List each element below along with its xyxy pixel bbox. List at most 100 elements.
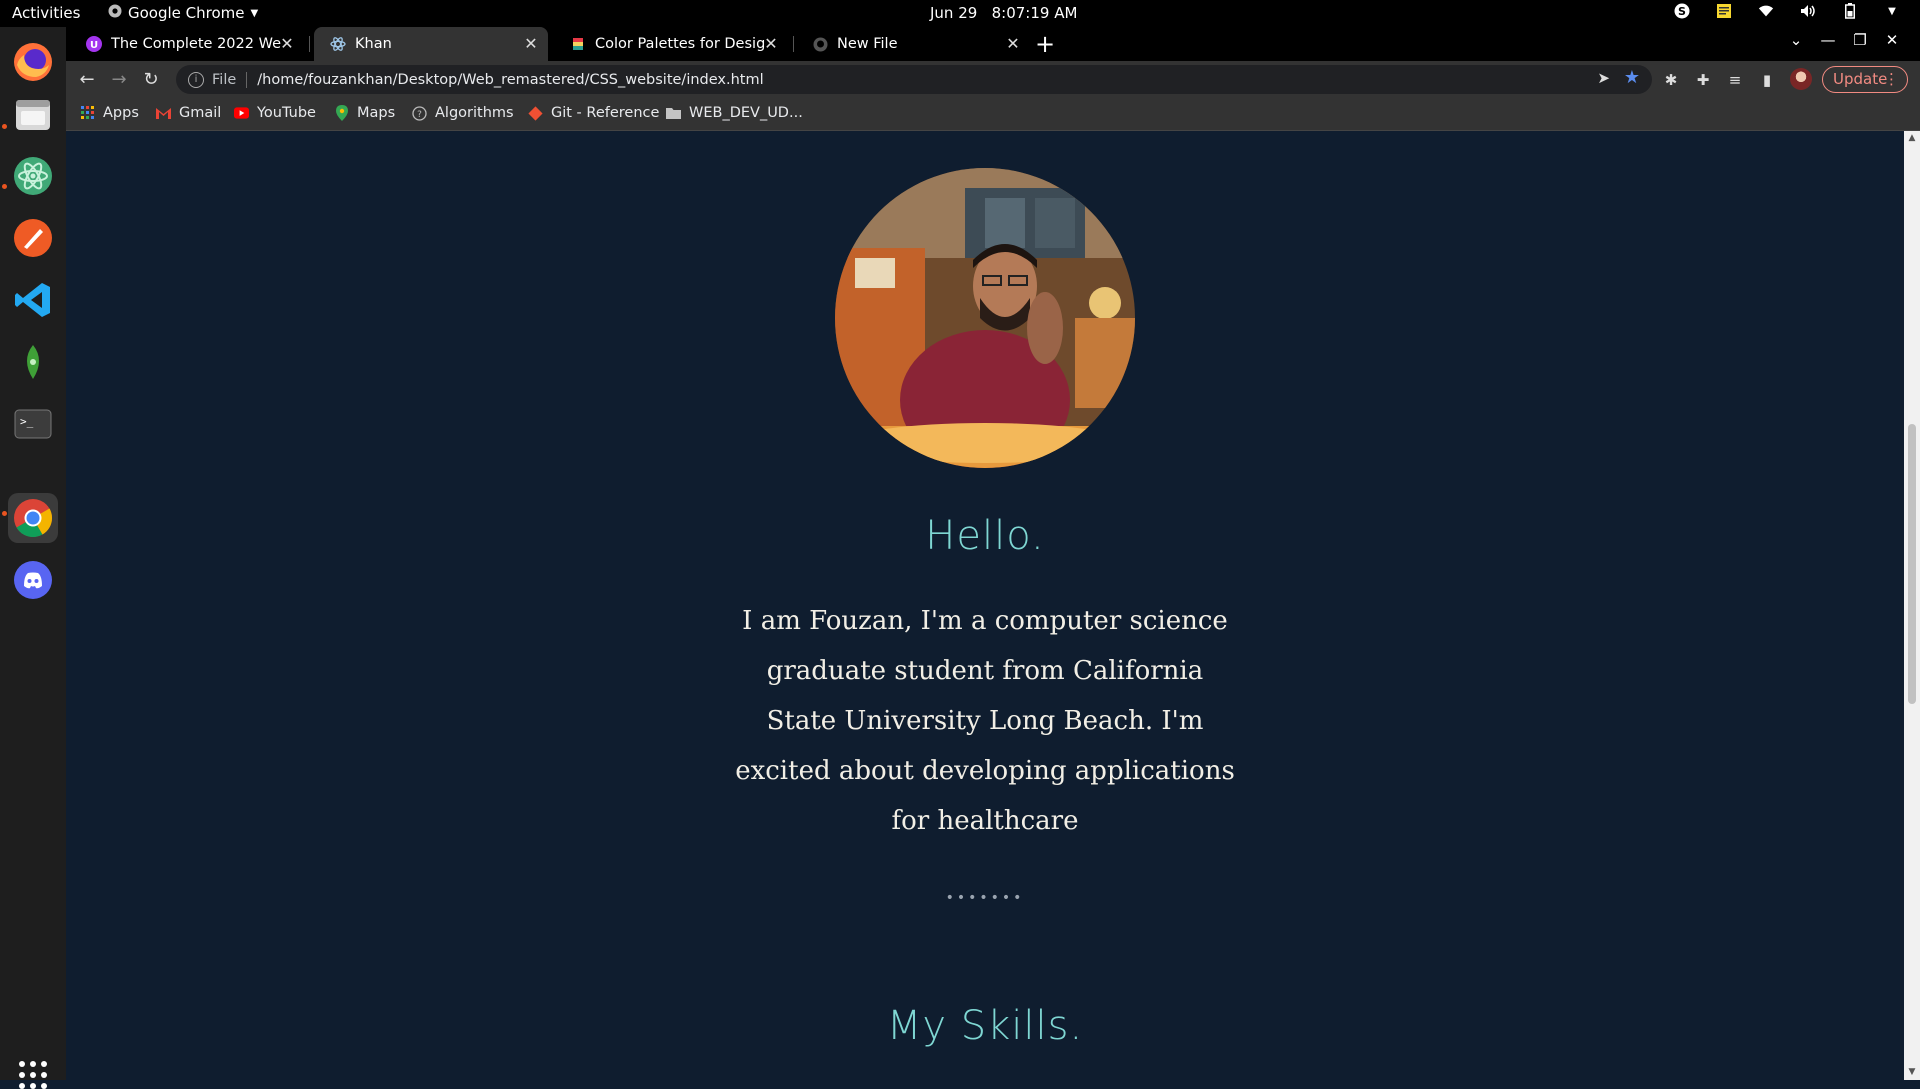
bookmark-label: YouTube xyxy=(257,105,316,121)
bookmark-apps[interactable]: Apps xyxy=(80,105,139,121)
intro-paragraph: I am Fouzan, I'm a computer science grad… xyxy=(735,606,1235,836)
bookmark-algorithms[interactable]: ? Algorithms xyxy=(412,105,514,121)
dock-terminal-icon[interactable]: >_ xyxy=(8,399,58,449)
side-panel-icon[interactable]: ▮ xyxy=(1754,67,1780,93)
atom-icon xyxy=(330,36,346,52)
bookmark-star-icon[interactable]: ★ xyxy=(1624,67,1640,88)
svg-text:>_: >_ xyxy=(20,415,34,428)
url-separator xyxy=(246,71,248,88)
update-label: Update xyxy=(1833,70,1888,88)
forward-arrow-icon[interactable]: → xyxy=(106,67,132,93)
system-menu-caret-icon[interactable]: ▼ xyxy=(1884,3,1900,19)
tab-web-dev-bootcamp[interactable]: U The Complete 2022 Web Development Boot… xyxy=(70,27,304,61)
bookmark-label: Gmail xyxy=(179,105,222,121)
update-button[interactable]: Update ⋮ xyxy=(1822,66,1908,93)
extensions-icon[interactable]: ✚ xyxy=(1690,67,1716,93)
clock-date: Jun 29 xyxy=(930,4,978,22)
running-indicator-firefox xyxy=(2,124,7,129)
close-icon[interactable]: ✕ xyxy=(278,35,296,53)
dock-discord-icon[interactable] xyxy=(8,555,58,605)
dock: >_ xyxy=(0,27,66,1089)
tab-title: The Complete 2022 Web Development Bootca… xyxy=(111,36,281,52)
bookmark-label: WEB_DEV_UD... xyxy=(689,105,803,121)
profile-avatar[interactable] xyxy=(1790,68,1812,90)
bookmarks-bar: Apps Gmail YouTube Maps ? Algorithms Git… xyxy=(66,98,1920,131)
dock-atom-icon[interactable] xyxy=(8,151,58,201)
back-arrow-icon[interactable]: ← xyxy=(74,67,100,93)
greeting-heading: Hello. xyxy=(925,513,1045,559)
close-icon[interactable]: ✕ xyxy=(1004,35,1022,53)
show-applications-icon[interactable] xyxy=(19,1061,47,1089)
address-bar[interactable]: i File /home/fouzankhan/Desktop/Web_rema… xyxy=(176,65,1652,94)
bookmark-youtube[interactable]: YouTube xyxy=(234,105,316,121)
dock-postman-icon[interactable] xyxy=(8,213,58,263)
extension-puzzle-icon[interactable]: ✱ xyxy=(1658,67,1684,93)
url-text[interactable]: /home/fouzankhan/Desktop/Web_remastered/… xyxy=(257,72,763,88)
tab-new-file[interactable]: New File ✕ xyxy=(796,27,1030,61)
github-icon xyxy=(812,36,828,52)
scroll-down-arrow-icon[interactable]: ▼ xyxy=(1907,1067,1917,1077)
bookmark-folder-web-dev[interactable]: WEB_DEV_UD... xyxy=(666,105,803,121)
info-icon[interactable]: i xyxy=(188,71,204,88)
new-tab-button[interactable]: + xyxy=(1032,31,1058,57)
bookmark-gmail[interactable]: Gmail xyxy=(156,105,221,121)
profile-photo xyxy=(835,168,1135,468)
svg-text:S: S xyxy=(1678,5,1686,18)
tab-separator xyxy=(793,36,794,52)
svg-text:?: ? xyxy=(417,110,422,120)
apps-grid-icon xyxy=(80,106,95,121)
running-indicator-chrome xyxy=(2,511,7,516)
restore-icon[interactable]: ❐ xyxy=(1848,31,1872,49)
skills-heading: My Skills. xyxy=(886,1003,1084,1049)
dock-files-icon[interactable] xyxy=(8,89,58,139)
tab-khan[interactable]: Khan ✕ xyxy=(314,27,548,61)
app-menu[interactable]: Google Chrome ▼ xyxy=(108,4,258,22)
youtube-icon xyxy=(234,106,249,121)
dock-vscode-icon[interactable] xyxy=(8,275,58,325)
tab-color-palettes[interactable]: Color Palettes for Designers ✕ xyxy=(554,27,788,61)
skype-icon[interactable]: S xyxy=(1674,3,1690,19)
close-icon[interactable]: ✕ xyxy=(762,35,780,53)
send-to-device-icon[interactable]: ➤ xyxy=(1597,69,1610,87)
running-indicator-atom xyxy=(2,184,7,189)
bookmark-label: Maps xyxy=(357,105,396,121)
tab-search-icon[interactable]: ⌄ xyxy=(1784,31,1808,49)
app-menu-label: Google Chrome xyxy=(128,4,245,22)
more-menu-icon[interactable]: ⋮ xyxy=(1884,67,1899,92)
dock-chrome-icon[interactable] xyxy=(8,493,58,543)
reading-list-icon[interactable]: ≡ xyxy=(1722,67,1748,93)
system-top-bar: Activities Google Chrome ▼ Jun 29 8:07:1… xyxy=(0,0,1920,27)
algorithms-icon: ? xyxy=(412,105,427,121)
udemy-icon: U xyxy=(86,36,102,52)
notes-icon[interactable] xyxy=(1716,3,1732,19)
clock-time: 8:07:19 AM xyxy=(991,4,1078,22)
battery-icon[interactable] xyxy=(1842,3,1858,19)
clock[interactable]: Jun 29 8:07:19 AM xyxy=(930,4,1077,22)
caret-down-icon: ▼ xyxy=(250,7,259,19)
close-window-icon[interactable]: ✕ xyxy=(1880,31,1904,49)
tab-title: New File xyxy=(837,36,898,52)
scrollbar-thumb[interactable] xyxy=(1908,424,1916,704)
colorhunt-icon xyxy=(570,36,586,52)
scroll-up-arrow-icon[interactable]: ▲ xyxy=(1907,133,1917,143)
wifi-icon[interactable] xyxy=(1758,3,1774,19)
volume-icon[interactable] xyxy=(1800,3,1816,19)
folder-icon xyxy=(666,106,681,121)
tab-title: Khan xyxy=(355,36,392,52)
chrome-small-icon xyxy=(108,4,122,22)
dock-mongodb-compass-icon[interactable] xyxy=(8,337,58,387)
page-scrollbar[interactable]: ▲ ▼ xyxy=(1904,131,1920,1080)
activities-button[interactable]: Activities xyxy=(12,4,80,22)
bookmark-git-reference[interactable]: Git - Reference xyxy=(528,105,659,121)
dock-firefox-icon[interactable] xyxy=(8,37,58,87)
git-icon xyxy=(528,105,543,121)
web-page: Hello. I am Fouzan, I'm a computer scien… xyxy=(66,131,1904,1080)
reload-icon[interactable]: ↻ xyxy=(138,67,164,93)
minimize-icon[interactable]: — xyxy=(1816,31,1840,49)
system-tray[interactable]: S ▼ xyxy=(1674,3,1900,19)
bookmark-maps[interactable]: Maps xyxy=(334,105,395,121)
bookmark-label: Algorithms xyxy=(435,105,514,121)
close-icon[interactable]: ✕ xyxy=(522,35,540,53)
svg-text:U: U xyxy=(90,40,98,51)
gmail-icon xyxy=(156,106,171,121)
